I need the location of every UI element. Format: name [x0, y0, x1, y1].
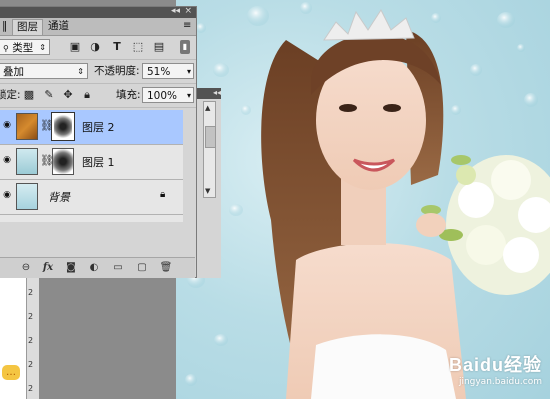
- lock-paint-icon[interactable]: ✎: [42, 88, 56, 102]
- layers-list: ◉ ⛓ 图层 2 ◉ ⛓ 图层 1 ◉ 背景 🔒︎: [0, 110, 183, 222]
- vertical-ruler: 2 2 2 2 2: [26, 278, 39, 399]
- filter-row: ⚲ 类型 ⇕ ▣ ◑ T ⬚ ▤ ▮: [0, 36, 196, 60]
- fill-field[interactable]: 100% ▾: [142, 87, 194, 103]
- fx-icon[interactable]: fx: [40, 261, 56, 275]
- link-layers-icon[interactable]: ⊖: [18, 261, 34, 275]
- layers-bottom-toolbar: ⊖ fx ◙ ◐ ▭ ▢ 🗑︎: [0, 257, 195, 278]
- chevron-updown-icon: ⇕: [39, 43, 46, 52]
- filter-toggle-icon[interactable]: ▮: [180, 40, 190, 54]
- adjustment-filter-icon[interactable]: ◑: [88, 40, 102, 54]
- layer-thumbnail[interactable]: [16, 183, 38, 210]
- visibility-eye-icon[interactable]: ◉: [1, 155, 13, 167]
- smart-object-filter-icon[interactable]: ▤: [152, 40, 166, 54]
- chevron-down-icon[interactable]: ▾: [187, 88, 191, 104]
- layer-mask-thumbnail[interactable]: [52, 148, 74, 175]
- tab-channels[interactable]: 通道: [44, 19, 73, 34]
- fill-value: 100%: [147, 90, 178, 102]
- close-panel-icon[interactable]: ×: [184, 6, 192, 16]
- scroll-thumb[interactable]: [205, 126, 216, 148]
- ruler-tick: 2: [28, 360, 34, 369]
- visibility-eye-icon[interactable]: ◉: [1, 190, 13, 202]
- text-filter-icon[interactable]: T: [110, 40, 124, 54]
- layer-row[interactable]: ◉ ⛓ 图层 2: [0, 110, 183, 145]
- collapse-panel-icon[interactable]: ◂◂: [171, 6, 180, 16]
- lock-transparency-icon[interactable]: ▩: [22, 88, 36, 102]
- fill-label: 填充:: [116, 89, 141, 101]
- opacity-label: 不透明度:: [94, 65, 140, 77]
- layer-row[interactable]: ◉ ⛓ 图层 1: [0, 145, 183, 180]
- adjustment-layer-icon[interactable]: ◐: [86, 261, 102, 275]
- layers-scrollbar[interactable]: ▲ ▼: [203, 101, 216, 198]
- document-canvas-edge: [0, 278, 26, 399]
- shape-filter-icon[interactable]: ⬚: [131, 40, 145, 54]
- new-group-icon[interactable]: ▭: [110, 261, 126, 275]
- blend-row: 叠加 ⇕ 不透明度: 51% ▾: [0, 60, 196, 84]
- chat-bubble-icon[interactable]: …: [2, 365, 20, 380]
- lock-all-icon[interactable]: 🔒︎: [80, 88, 94, 102]
- layers-panel: ◂◂ × ‖ 图层 通道 ≡ ⚲ 类型 ⇕ ▣ ◑ T ⬚ ▤ ▮ 叠加 ⇕ 不…: [0, 6, 197, 278]
- scroll-up-icon[interactable]: ▲: [205, 104, 210, 112]
- layer-name[interactable]: 图层 2: [82, 119, 115, 135]
- ruler-tick: 2: [28, 336, 34, 345]
- watermark-url: jingyan.baidu.com: [458, 377, 542, 387]
- lock-label: 锁定:: [0, 89, 21, 101]
- scroll-down-icon[interactable]: ▼: [205, 187, 210, 195]
- new-layer-icon[interactable]: ▢: [134, 261, 150, 275]
- canvas-image[interactable]: Baidu经验 jingyan.baidu.com: [176, 0, 550, 399]
- ruler-tick: 2: [28, 288, 34, 297]
- blend-mode-select[interactable]: 叠加 ⇕: [0, 63, 88, 79]
- add-mask-icon[interactable]: ◙: [63, 261, 79, 275]
- bride-photo: [185, 2, 550, 399]
- layer-mask-thumbnail[interactable]: [51, 112, 75, 141]
- delete-layer-icon[interactable]: 🗑︎: [158, 261, 174, 275]
- layer-name[interactable]: 背景: [48, 189, 70, 205]
- blend-mode-value: 叠加: [3, 66, 24, 78]
- tab-layers[interactable]: 图层: [12, 19, 43, 35]
- layer-row[interactable]: ◉ 背景 🔒︎: [0, 180, 183, 215]
- search-icon: ⚲: [3, 44, 9, 53]
- layer-thumbnail[interactable]: [16, 148, 38, 175]
- image-filter-icon[interactable]: ▣: [68, 40, 82, 54]
- lock-position-icon[interactable]: ✥: [61, 88, 75, 102]
- ruler-tick: 2: [28, 312, 34, 321]
- panel-titlebar[interactable]: ◂◂ ×: [0, 6, 196, 18]
- collapse-arrows-icon[interactable]: ◂◂: [197, 88, 221, 99]
- panel-tabs: ‖ 图层 通道 ≡: [0, 18, 196, 36]
- opacity-field[interactable]: 51% ▾: [142, 63, 194, 79]
- chevron-down-icon[interactable]: ▾: [187, 64, 191, 80]
- lock-row: 锁定: ▩ ✎ ✥ 🔒︎ 填充: 100% ▾: [0, 84, 196, 108]
- watermark: Baidu经验 jingyan.baidu.com: [449, 351, 542, 387]
- visibility-eye-icon[interactable]: ◉: [1, 120, 13, 132]
- layer-name[interactable]: 图层 1: [82, 154, 115, 170]
- filter-kind-value: 类型: [12, 42, 34, 54]
- watermark-logo: Baidu经验: [448, 355, 542, 375]
- lock-icon[interactable]: 🔒︎: [160, 189, 165, 200]
- opacity-value: 51%: [147, 66, 171, 78]
- layer-thumbnail[interactable]: [16, 113, 38, 140]
- ruler-tick: 2: [28, 384, 34, 393]
- panel-menu-icon[interactable]: ≡: [183, 20, 193, 32]
- chevron-updown-icon: ⇕: [77, 67, 84, 76]
- filter-kind-select[interactable]: ⚲ 类型 ⇕: [0, 39, 50, 55]
